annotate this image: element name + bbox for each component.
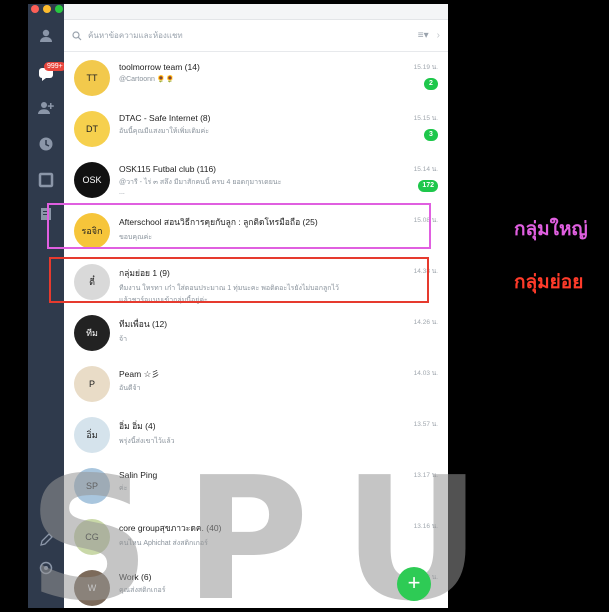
chat-preview: ค่ะ (119, 485, 128, 492)
chat-meta: 14.26 น. (398, 315, 438, 327)
clock-icon[interactable] (38, 136, 54, 152)
unread-badge: 2 (424, 78, 438, 90)
chat-name: core groupสุขภาวะดค. (40) (119, 523, 222, 533)
chat-time: 15.19 น. (413, 64, 438, 71)
chat-name: ทีมเพื่อน (12) (119, 319, 168, 329)
maximize-dot[interactable] (55, 5, 63, 13)
chat-row[interactable]: OSK OSK115 Futbal club (116) @วารี - ไร่… (64, 154, 448, 205)
chat-meta: 15.19 น. 2 (398, 60, 438, 90)
chat-time: 15.14 น. (413, 166, 438, 173)
chat-preview-line-2: ... (119, 189, 125, 196)
chat-row[interactable]: SP Salin Ping ค่ะ 13.17 น. (64, 460, 448, 511)
chat-row[interactable]: อิ่ม อิ่ม อิ่ม (4) พรุ่งนี้ส่งเขาไว้แล้ว… (64, 409, 448, 460)
chat-meta: 13.57 น. (398, 417, 438, 429)
chat-text: Salin Ping ค่ะ (119, 468, 398, 494)
chat-meta: 15.14 น. 172 (398, 162, 438, 192)
chat-text: Peam ☆彡 อันดีจ้า (119, 366, 398, 394)
unread-badge: 3 (424, 129, 438, 141)
chat-preview: คนไหน Aphichat ส่งสติกเกอร์ (119, 540, 208, 547)
chat-preview: อันดีจ้า (119, 385, 141, 392)
chat-row[interactable]: TT toolmorrow team (14) @Cartoonn 🌻🌻 15.… (64, 52, 448, 103)
search-bar: ค้นหาข้อความและห้องแชท ≡▾ › (64, 20, 448, 52)
unread-badge: 172 (418, 180, 438, 192)
chat-time: 14.03 น. (413, 370, 438, 377)
title-bar (64, 4, 448, 20)
avatar: SP (74, 468, 110, 504)
label-large-group: กลุ่มใหญ่ (514, 219, 588, 240)
search-input[interactable]: ค้นหาข้อความและห้องแชท (88, 29, 418, 42)
chat-name: Peam ☆彡 (119, 369, 160, 379)
avatar: ทีม (74, 315, 110, 351)
window-controls (31, 5, 63, 13)
chat-text: อิ่ม อิ่ม (4) พรุ่งนี้ส่งเขาไว้แล้ว (119, 417, 398, 447)
chat-preview: พรุ่งนี้ส่งเขาไว้แล้ว (119, 438, 175, 445)
search-icon (72, 30, 82, 40)
chat-time: 14.26 น. (413, 319, 438, 326)
chat-row[interactable]: CG core groupสุขภาวะดค. (40) คนไหน Aphic… (64, 511, 448, 562)
chat-preview: จ้า (119, 336, 128, 343)
chat-preview: คุณส่งสติกเกอร์ (119, 587, 166, 594)
chat-time: 13.57 น. (413, 421, 438, 428)
chat-row[interactable]: DT DTAC - Safe Internet (8) อันนี้คุณมีแ… (64, 103, 448, 154)
avatar: TT (74, 60, 110, 96)
screen: 999+ ค้นหาข้อความและห้องแชท ≡▾ › TT tool… (0, 0, 609, 612)
gear-icon[interactable] (38, 560, 54, 576)
highlight-sub-group (49, 257, 429, 303)
label-sub-group: กลุ่มย่อย (514, 272, 584, 293)
chat-text: DTAC - Safe Internet (8) อันนี้คุณมีแสงม… (119, 111, 398, 137)
new-chat-button[interactable]: + (397, 567, 431, 601)
chevron-right-icon[interactable]: › (437, 30, 440, 41)
avatar: CG (74, 519, 110, 555)
notification-badge: 999+ (44, 62, 66, 71)
avatar: W (74, 570, 110, 606)
chat-name: อิ่ม อิ่ม (4) (119, 421, 156, 431)
chat-text: Work (6) คุณส่งสติกเกอร์ (119, 570, 398, 596)
sidebar (28, 4, 64, 608)
chat-text: ทีมเพื่อน (12) จ้า (119, 315, 398, 345)
chat-meta: 13.17 น. (398, 468, 438, 480)
chat-meta: 14.03 น. (398, 366, 438, 378)
chat-text: core groupสุขภาวะดค. (40) คนไหน Aphichat… (119, 519, 398, 549)
avatar: P (74, 366, 110, 402)
chat-time: 15.15 น. (413, 115, 438, 122)
chat-row[interactable]: W Work (6) คุณส่งสติกเกอร์ 13.03 น. (64, 562, 448, 612)
chat-meta: 13.16 น. (398, 519, 438, 531)
chat-text: OSK115 Futbal club (116) @วารี - ไร่ ๓ ส… (119, 162, 398, 196)
person-icon[interactable] (38, 28, 54, 44)
square-icon[interactable] (38, 172, 54, 188)
chat-meta: 15.15 น. 3 (398, 111, 438, 141)
chat-time: 13.17 น. (413, 472, 438, 479)
chat-preview: @Cartoonn 🌻🌻 (119, 76, 175, 83)
chat-name: OSK115 Futbal club (116) (119, 164, 217, 174)
chat-preview: @วารี - ไร่ ๓ สลึง มีมาสักคนนี้ ครบ 4 ยอ… (119, 179, 282, 186)
chat-list-panel: ค้นหาข้อความและห้องแชท ≡▾ › TT toolmorro… (64, 4, 448, 608)
chat-row[interactable]: P Peam ☆彡 อันดีจ้า 14.03 น. (64, 358, 448, 409)
menu-icon[interactable]: ≡▾ (418, 30, 429, 41)
highlight-large-group (47, 203, 431, 249)
add-friend-icon[interactable] (38, 100, 54, 116)
chat-name: toolmorrow team (14) (119, 62, 200, 72)
chat-name: Salin Ping (119, 470, 158, 480)
chat-name: Work (6) (119, 572, 152, 582)
minimize-dot[interactable] (43, 5, 51, 13)
avatar: OSK (74, 162, 110, 198)
close-dot[interactable] (31, 5, 39, 13)
chat-preview: อันนี้คุณมีแสงมาให้เพิ่มเติมค่ะ (119, 128, 209, 135)
chat-text: toolmorrow team (14) @Cartoonn 🌻🌻 (119, 60, 398, 83)
avatar: DT (74, 111, 110, 147)
chat-name: DTAC - Safe Internet (8) (119, 113, 211, 123)
pen-icon[interactable] (38, 532, 54, 548)
avatar: อิ่ม (74, 417, 110, 453)
chat-row[interactable]: ทีม ทีมเพื่อน (12) จ้า 14.26 น. (64, 307, 448, 358)
chat-time: 13.16 น. (413, 523, 438, 530)
